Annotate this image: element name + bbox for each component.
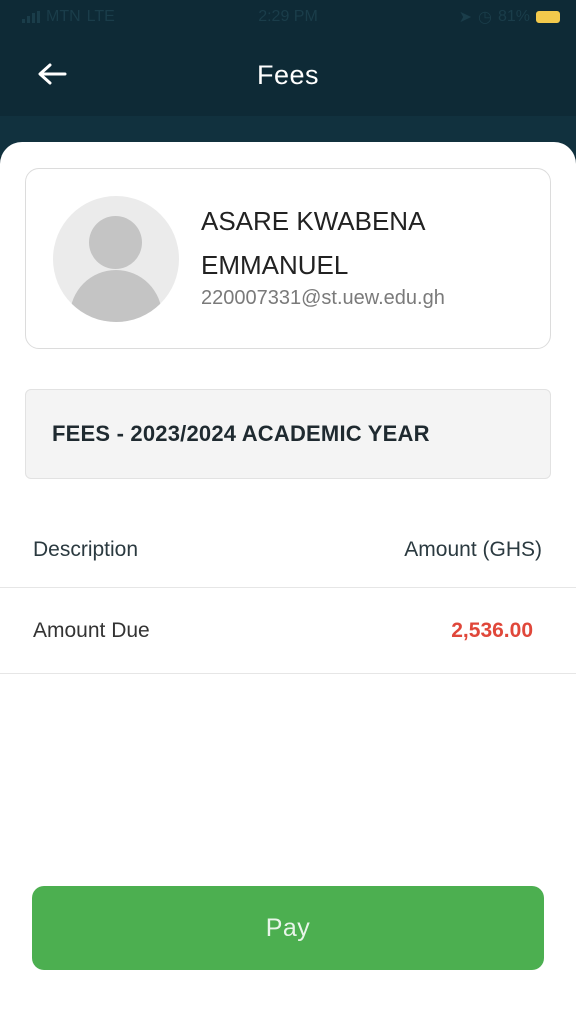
fees-year-banner: FEES - 2023/2024 ACADEMIC YEAR (25, 389, 551, 479)
avatar-body (70, 270, 162, 322)
column-description: Description (33, 537, 139, 561)
row-description: Amount Due (33, 618, 150, 642)
avatar-head (89, 216, 142, 269)
network-label: LTE (86, 8, 115, 25)
fees-table-header: Description Amount (GHS) (0, 512, 576, 588)
alarm-icon: ◷ (478, 9, 492, 26)
battery-percent: 81% (497, 8, 530, 25)
student-name: ASARE KWABENA EMMANUEL (201, 206, 424, 280)
status-right: ➤ ◷ 81% (459, 7, 560, 27)
content-sheet: ASARE KWABENA EMMANUEL 220007331@st.uew.… (0, 142, 576, 1024)
location-icon: ➤ (458, 9, 472, 26)
pay-button[interactable]: Pay (32, 886, 544, 970)
column-amount: Amount (GHS) (404, 537, 542, 561)
pay-button-label: Pay (265, 913, 311, 942)
status-bar: MTN LTE 2:29 PM ➤ ◷ 81% (0, 0, 576, 34)
app-bar: Fees (0, 34, 576, 116)
status-left: MTN LTE (22, 8, 115, 26)
fees-year-label: FEES - 2023/2024 ACADEMIC YEAR (52, 421, 430, 446)
table-row: Amount Due 2,536.00 (0, 588, 576, 674)
student-email: 220007331@st.uew.edu.gh (201, 287, 445, 309)
signal-icon (22, 11, 40, 23)
battery-icon (536, 11, 560, 23)
profile-card: ASARE KWABENA EMMANUEL 220007331@st.uew.… (25, 168, 551, 349)
user-avatar-icon (53, 196, 179, 322)
back-button[interactable] (34, 56, 70, 92)
arrow-left-icon (38, 63, 67, 85)
carrier-label: MTN (46, 8, 81, 25)
row-amount: 2,536.00 (451, 618, 533, 642)
page-title: Fees (256, 59, 320, 90)
